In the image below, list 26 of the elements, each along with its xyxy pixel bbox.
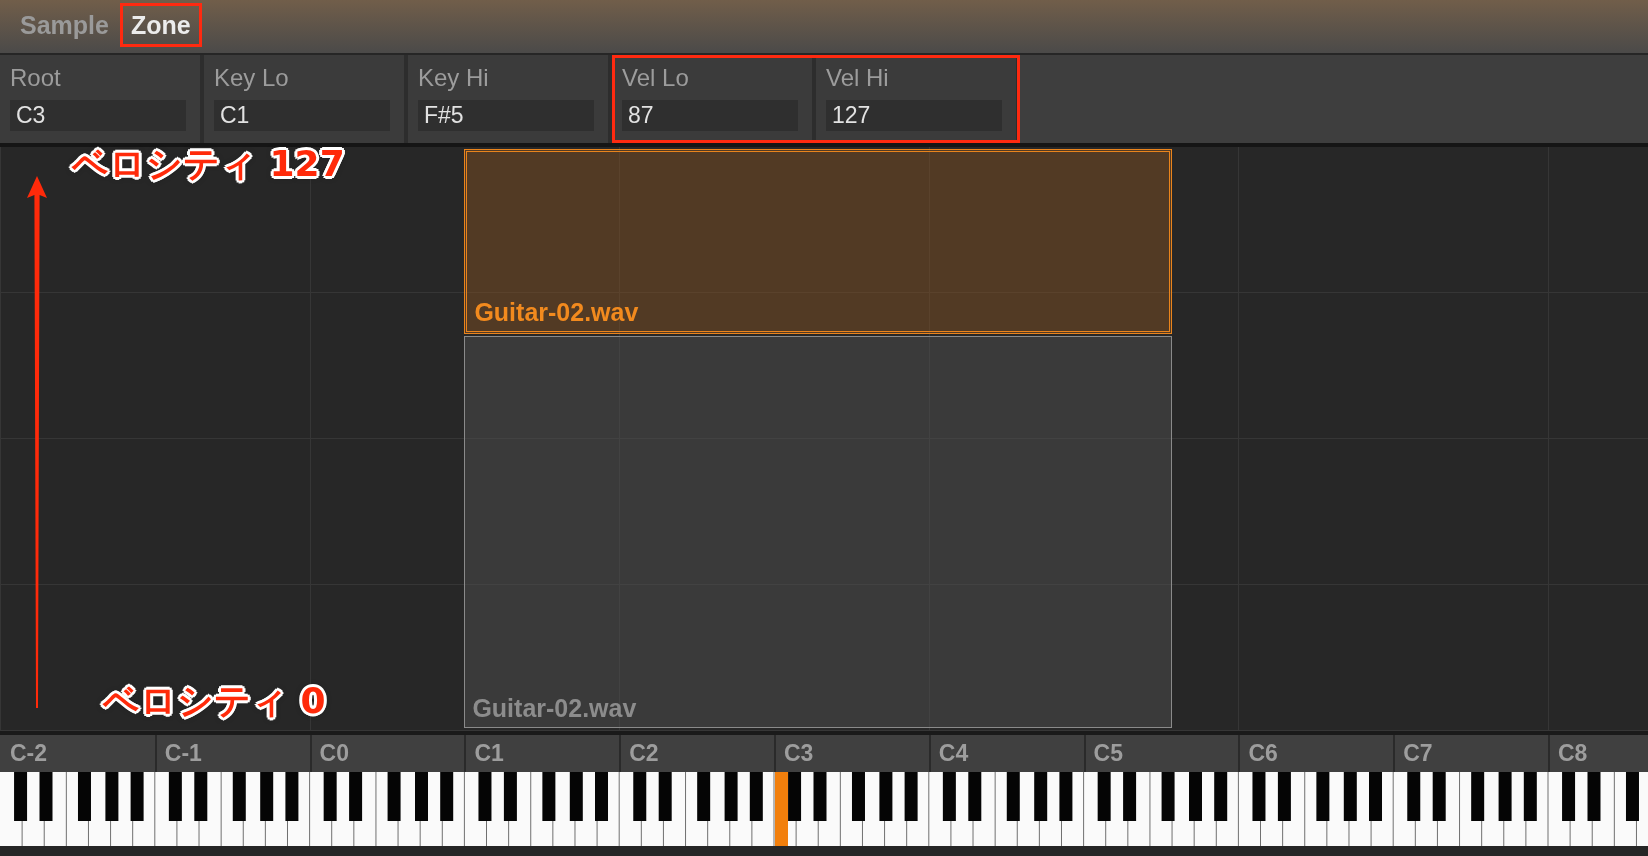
annotation-label: ベロシティ 127: [72, 143, 345, 185]
field-label: Vel Hi: [826, 64, 889, 92]
octave-label: C7: [1403, 740, 1433, 766]
octave-label: C4: [938, 740, 969, 766]
octave-label: C6: [1248, 740, 1278, 766]
octave-label: C5: [1093, 740, 1123, 766]
octave-label: C-1: [164, 740, 202, 766]
octave-label: C3: [784, 740, 814, 766]
value-field[interactable]: C1: [214, 100, 390, 131]
field-label: Vel Lo: [622, 64, 689, 92]
octave-label: C8: [1557, 740, 1588, 766]
value-field[interactable]: 87: [622, 100, 798, 131]
octave-label: C1: [474, 740, 504, 766]
tab[interactable]: Zone: [119, 3, 202, 47]
field-label: Root: [10, 64, 61, 92]
field-label: Key Lo: [214, 64, 289, 92]
value-field[interactable]: F#5: [418, 100, 594, 131]
annotation-label: ベロシティ 0: [103, 680, 326, 722]
octave-label: C-2: [10, 740, 48, 766]
value-field[interactable]: 127: [826, 100, 1002, 131]
piano-keyboard[interactable]: [0, 772, 1648, 846]
field-label: Key Hi: [418, 64, 489, 92]
sample-zone[interactable]: Guitar-02.wav: [464, 149, 1173, 334]
octave-label: C0: [319, 740, 349, 766]
value-field[interactable]: C3: [10, 100, 186, 131]
octave-label: C2: [629, 740, 659, 766]
